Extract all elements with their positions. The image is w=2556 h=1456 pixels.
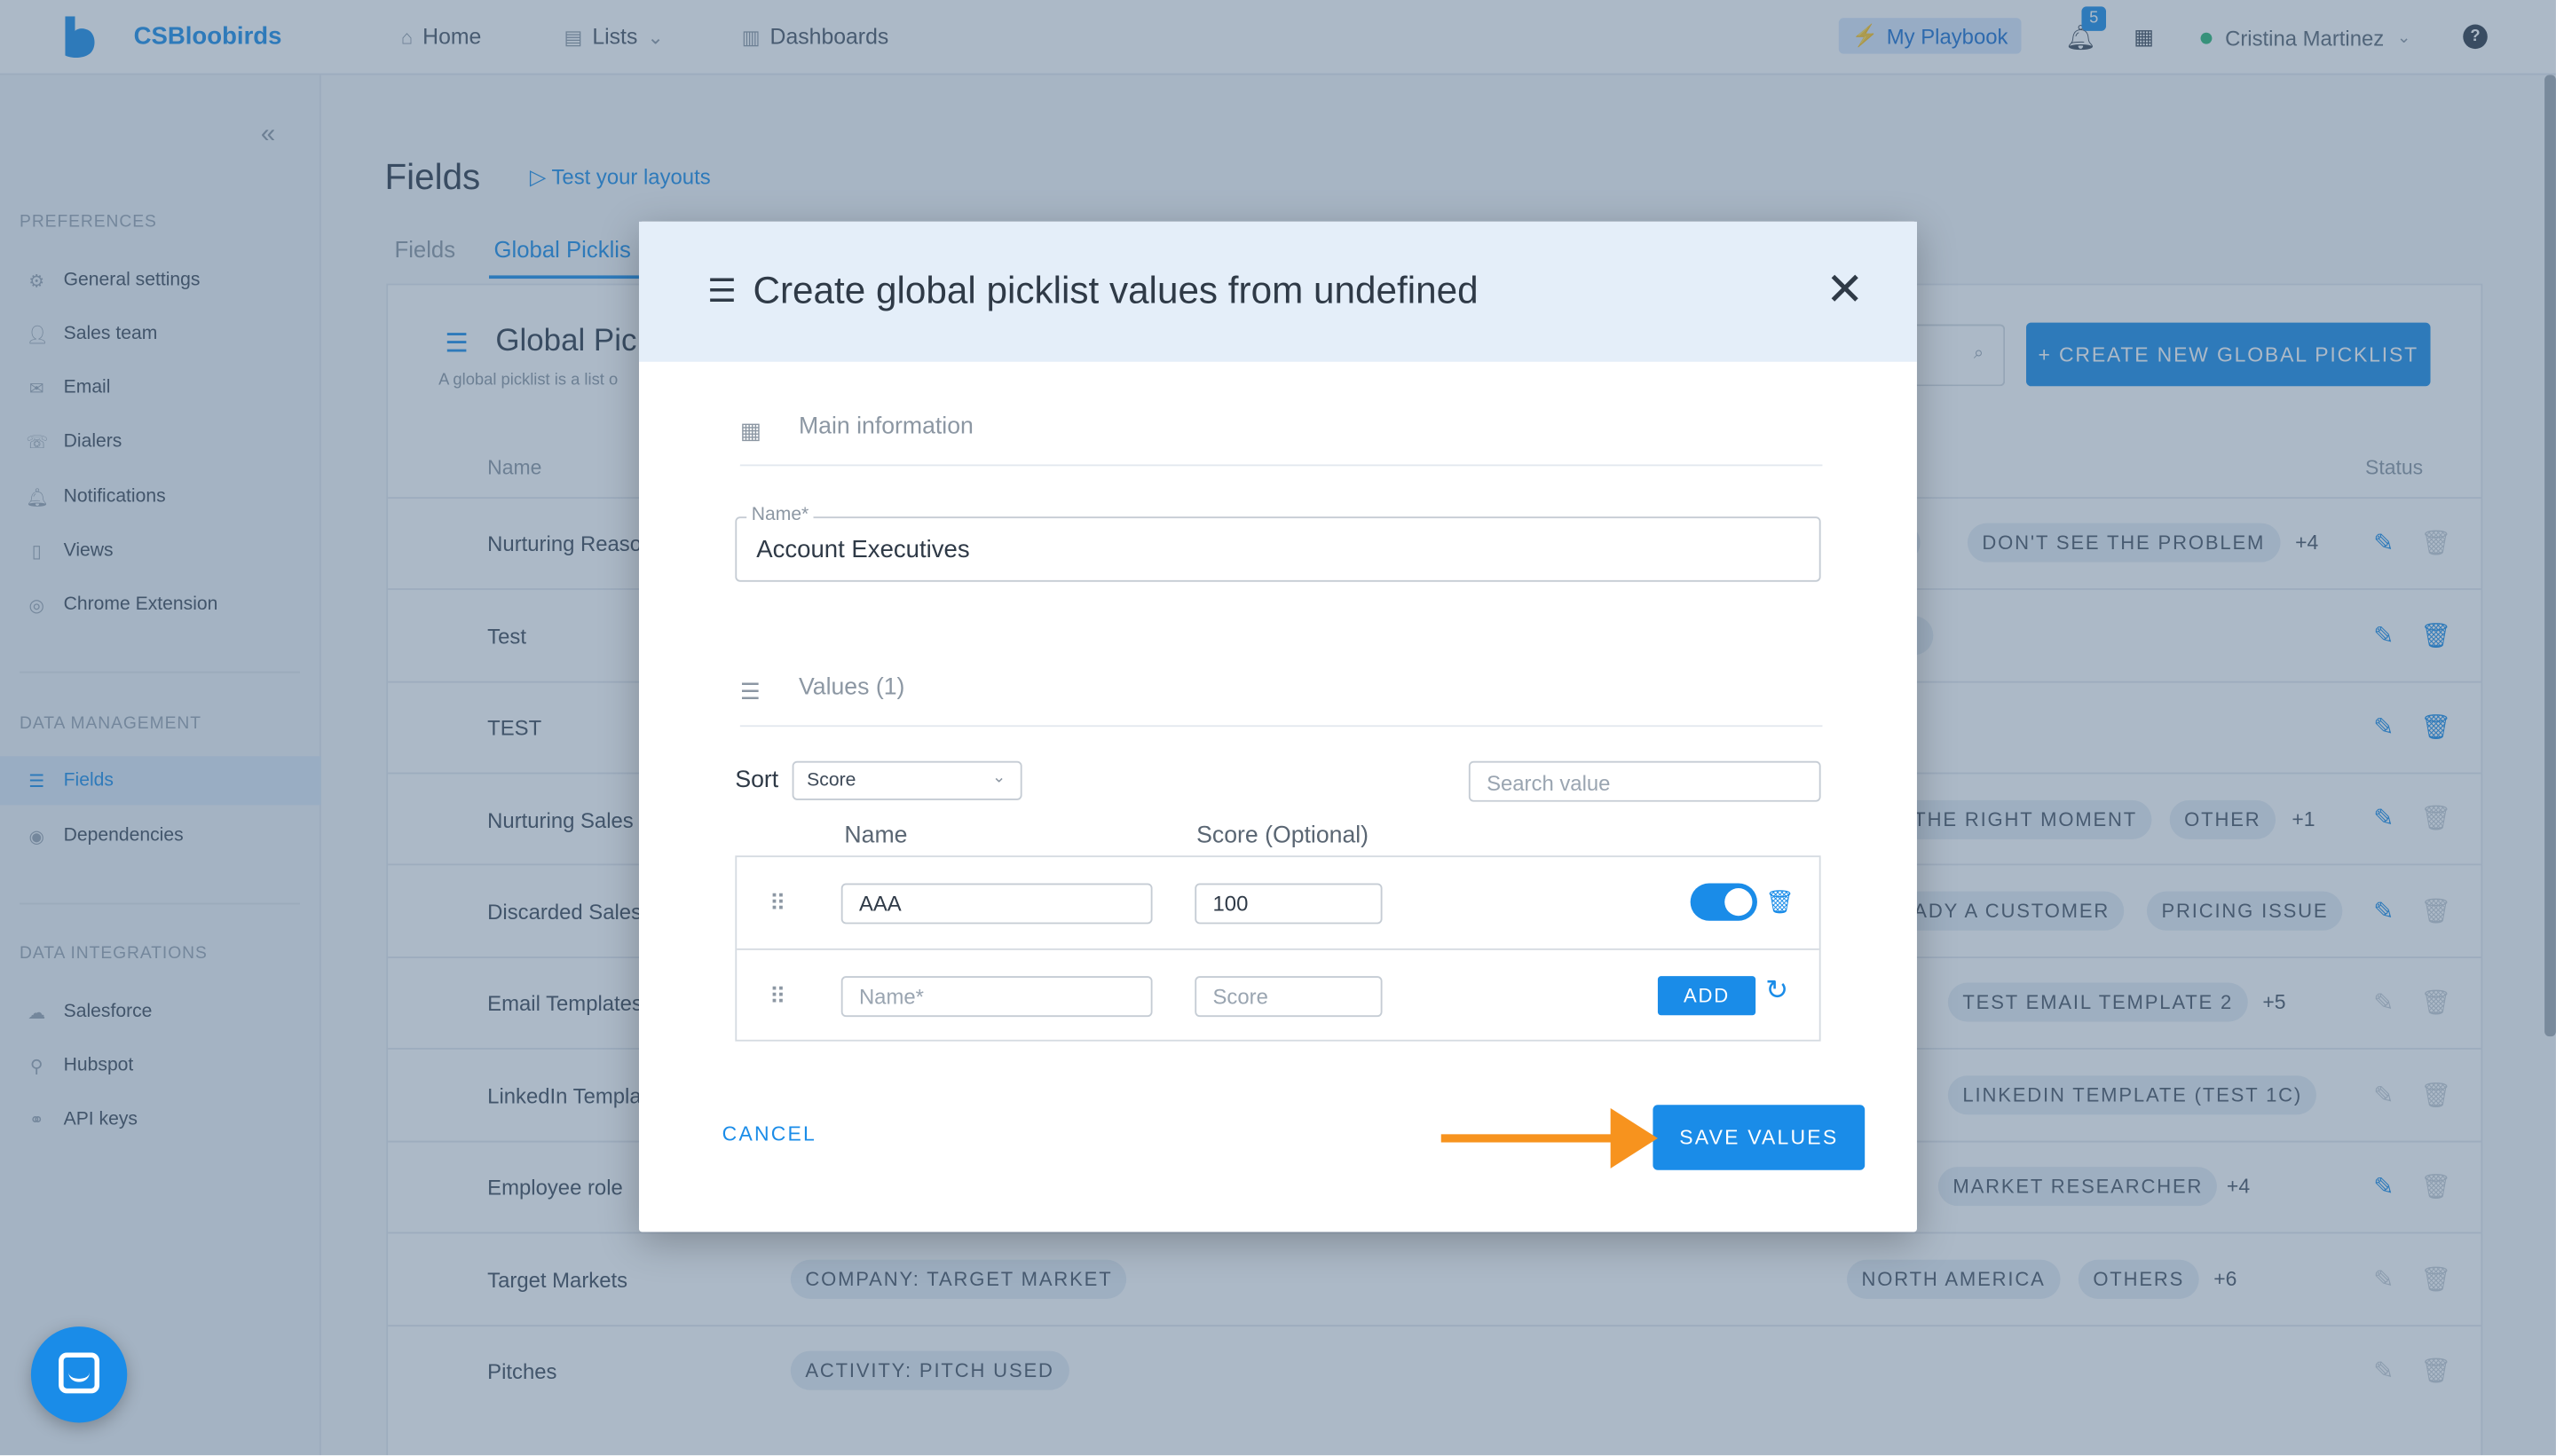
value-enabled-toggle[interactable] — [1690, 883, 1757, 921]
refresh-icon[interactable]: ↻ — [1765, 974, 1788, 1007]
name-field[interactable]: Name* Account Executives — [735, 505, 1821, 582]
values-column-name: Name — [844, 822, 908, 849]
page-scrollbar[interactable] — [2544, 75, 2556, 1037]
sort-label: Sort — [735, 767, 779, 794]
create-picklist-values-modal: ☰ Create global picklist values from und… — [638, 221, 1917, 1232]
value-row: ⠿ AAA 100 🗑︎ — [737, 857, 1819, 948]
cancel-button[interactable]: CANCEL — [722, 1122, 816, 1145]
save-values-button[interactable]: SAVE VALUES — [1653, 1105, 1866, 1170]
sort-select-value: Score — [807, 770, 856, 791]
section-heading: Values (1) — [798, 674, 905, 701]
list-icon: ☰ — [739, 678, 761, 704]
close-icon[interactable]: ✕ — [1826, 266, 1864, 312]
name-field-value: Account Executives — [756, 536, 970, 564]
modal-title-text: Create global picklist values from undef… — [753, 269, 1479, 311]
name-field-label: Name* — [746, 505, 814, 525]
annotation-arrow-icon — [1440, 1107, 1658, 1169]
values-table: ⠿ AAA 100 🗑︎ ⠿ Name* Score ADD ↻ — [735, 855, 1821, 1042]
app-window: CSBloobirds ⌂ Home ▤ Lists ⌄ ▥ Dashboard… — [0, 0, 2556, 1456]
building-icon: ▦ — [739, 417, 762, 444]
main-information-section: ▦ Main information — [739, 407, 1823, 467]
drag-handle-icon[interactable]: ⠿ — [769, 890, 786, 917]
list-icon: ☰ — [707, 273, 738, 310]
values-column-score: Score (Optional) — [1196, 822, 1369, 849]
add-value-button[interactable]: ADD — [1657, 976, 1756, 1016]
search-value-input[interactable]: Search value — [1468, 760, 1821, 802]
value-name-input[interactable]: AAA — [840, 883, 1153, 925]
sort-select[interactable]: Score ⌄ — [792, 760, 1022, 800]
drag-handle-icon[interactable]: ⠿ — [769, 983, 786, 1011]
chat-launcher-button[interactable] — [30, 1326, 128, 1423]
chevron-down-icon: ⌄ — [991, 768, 1006, 788]
values-section: ☰ Values (1) — [739, 668, 1823, 728]
modal-title: ☰ Create global picklist values from und… — [707, 269, 1478, 313]
new-value-name-input[interactable]: Name* — [840, 976, 1153, 1018]
new-value-row: ⠿ Name* Score ADD ↻ — [737, 948, 1819, 1040]
value-score-input[interactable]: 100 — [1195, 883, 1383, 925]
section-heading: Main information — [798, 413, 974, 440]
new-value-score-input[interactable]: Score — [1195, 976, 1383, 1018]
trash-icon[interactable]: 🗑︎ — [1765, 888, 1795, 916]
